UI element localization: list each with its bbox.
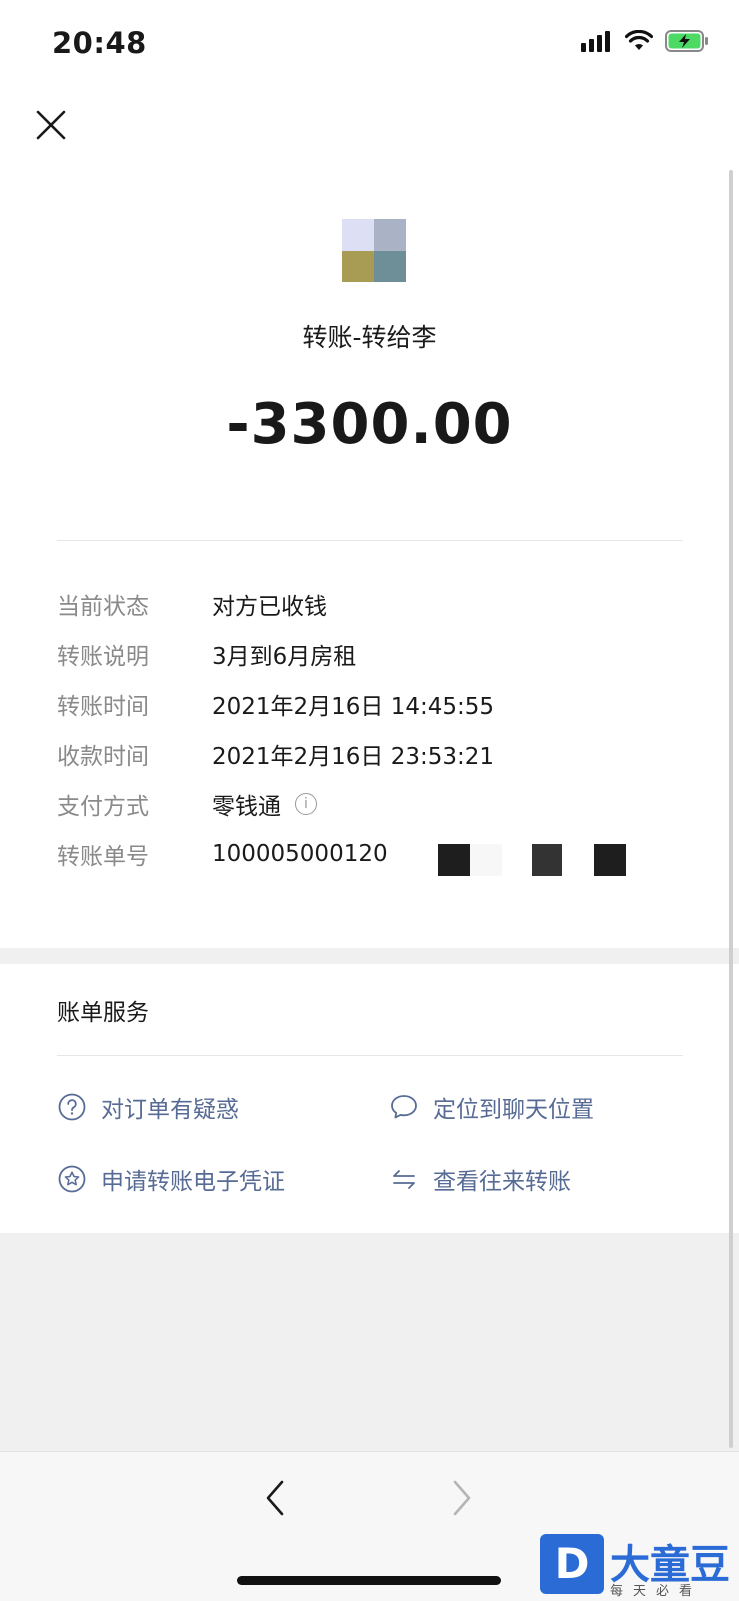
watermark-badge: D [540,1534,604,1594]
detail-value: 3月到6月房租 [212,644,357,670]
service-label: 申请转账电子凭证 [101,1169,285,1195]
forward-button[interactable] [449,1478,475,1518]
close-icon [36,110,66,140]
detail-label: 支付方式 [57,794,149,820]
detail-label: 当前状态 [57,594,149,620]
status-icons [581,30,709,52]
detail-value-wrap: 零钱通 i [212,787,317,821]
detail-row-status: 当前状态 对方已收钱 [57,584,327,624]
detail-label: 转账单号 [57,844,149,870]
section-separator [0,948,739,964]
locate-chat-link[interactable]: 定位到聊天位置 [389,1090,594,1124]
service-label: 查看往来转账 [433,1169,571,1195]
home-indicator [237,1576,501,1585]
back-button[interactable] [262,1478,288,1518]
detail-label: 收款时间 [57,744,149,770]
close-button[interactable] [34,108,68,142]
chevron-left-icon [266,1480,284,1516]
detail-label: 转账说明 [57,644,149,670]
detail-value: 2021年2月16日 14:45:55 [212,694,495,720]
watermark-logo: D 大童豆 每天必看 [540,1534,739,1600]
transfer-arrows-icon [393,1170,415,1189]
detail-value: 对方已收钱 [212,594,327,620]
detail-row-transfer-time: 转账时间 2021年2月16日 14:45:55 [57,684,494,724]
divider [57,1055,683,1056]
redaction-mosaic [438,844,626,876]
chevron-right-icon [453,1480,471,1516]
bill-services-title: 账单服务 [57,1000,149,1026]
transfer-number-value: 100005000120 [212,841,388,867]
view-transfers-link[interactable]: 查看往来转账 [389,1162,571,1196]
info-icon[interactable]: i [295,793,317,815]
detail-row-note: 转账说明 3月到6月房租 [57,634,356,674]
request-e-voucher-link[interactable]: 申请转账电子凭证 [57,1162,285,1196]
payment-method-value: 零钱通 [212,794,281,820]
payee-avatar [342,219,406,282]
detail-row-payment-method: 支付方式 零钱通 i [57,784,317,824]
service-label: 对订单有疑惑 [101,1097,239,1123]
detail-row-receive-time: 收款时间 2021年2月16日 23:53:21 [57,734,494,774]
watermark-subtext: 每天必看 [610,1584,703,1599]
transfer-amount: -3300.00 [226,392,513,457]
order-question-link[interactable]: 对订单有疑惑 [57,1090,239,1124]
detail-label: 转账时间 [57,694,149,720]
battery-charging-icon [665,30,708,52]
scrollbar[interactable] [729,170,733,1448]
divider [57,540,683,541]
detail-value: 2021年2月16日 23:53:21 [212,744,495,770]
status-time: 20:48 [52,26,147,60]
cellular-signal-icon [581,31,610,52]
star-badge-icon [58,1165,86,1193]
transfer-title: 转账-转给李 [302,323,437,352]
detail-row-transfer-number: 转账单号 100005000120 [57,834,388,874]
question-icon [58,1093,86,1121]
service-label: 定位到聊天位置 [433,1097,594,1123]
chat-bubble-icon [391,1095,417,1119]
wifi-icon [625,30,653,50]
